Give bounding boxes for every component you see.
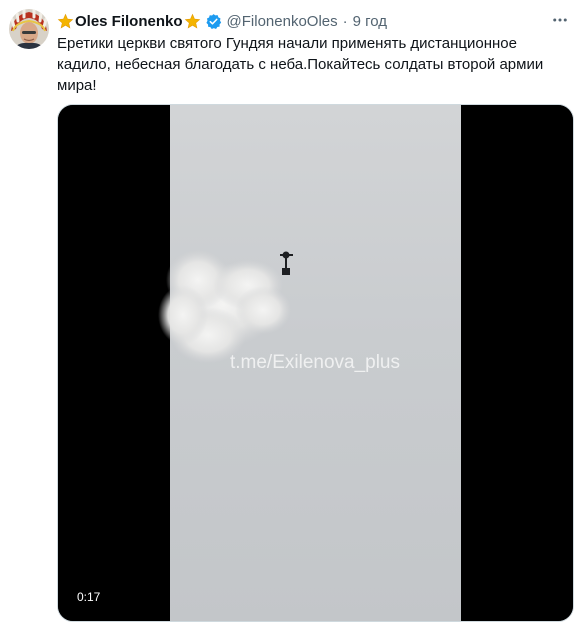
tweet-header: Oles Filonenko @FilonenkoOles · 9 год [57,10,387,32]
more-options-icon [553,18,567,22]
author-name-link[interactable]: Oles Filonenko [57,13,222,30]
verified-badge-icon [205,13,221,29]
tweet-text: Еретики церкви святого Гундяя начали при… [57,35,544,94]
display-name: Oles Filonenko [75,12,183,30]
star-icon [57,13,74,28]
star-icon [184,13,200,28]
avatar[interactable] [9,9,49,49]
video-frame: t.me/Exilenova_plus [58,105,573,621]
video-watermark: t.me/Exilenova_plus [230,352,400,373]
more-options-button[interactable] [545,5,575,35]
separator-dot: · [342,12,348,30]
video-player[interactable]: t.me/Exilenova_plus 0:17 [57,104,574,622]
video-duration: 0:17 [72,587,106,607]
avatar-image [9,9,49,49]
timestamp[interactable]: 9 год [353,13,387,30]
author-handle[interactable]: @FilonenkoOles [227,13,338,30]
tweet[interactable]: Oles Filonenko @FilonenkoOles · 9 год Ер… [0,0,583,628]
